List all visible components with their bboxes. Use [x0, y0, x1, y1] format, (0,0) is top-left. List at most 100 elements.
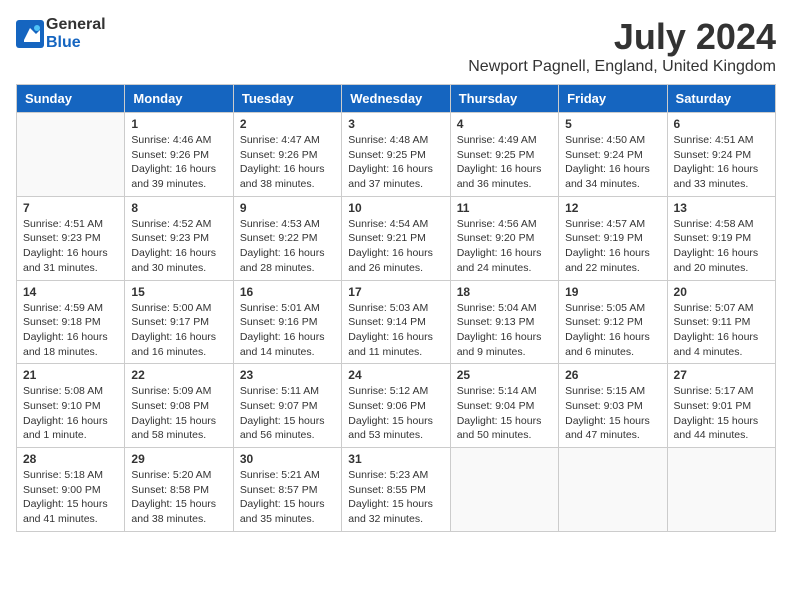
day-info: Sunrise: 5:12 AM Sunset: 9:06 PM Dayligh… [348, 384, 443, 443]
day-info: Sunrise: 4:48 AM Sunset: 9:25 PM Dayligh… [348, 133, 443, 192]
calendar: Sunday Monday Tuesday Wednesday Thursday… [16, 84, 776, 532]
day-info: Sunrise: 5:23 AM Sunset: 8:55 PM Dayligh… [348, 468, 443, 527]
day-info: Sunrise: 4:52 AM Sunset: 9:23 PM Dayligh… [131, 217, 226, 276]
calendar-day-cell: 8 Sunrise: 4:52 AM Sunset: 9:23 PM Daylig… [125, 196, 233, 280]
logo-general: General [46, 16, 106, 33]
day-number: 21 [23, 368, 118, 382]
calendar-day-cell: 22 Sunrise: 5:09 AM Sunset: 9:08 PM Dayli… [125, 364, 233, 448]
day-info: Sunrise: 5:01 AM Sunset: 9:16 PM Dayligh… [240, 301, 335, 360]
calendar-day-cell: 26 Sunrise: 5:15 AM Sunset: 9:03 PM Dayli… [559, 364, 667, 448]
day-info: Sunrise: 4:56 AM Sunset: 9:20 PM Dayligh… [457, 217, 552, 276]
col-wednesday: Wednesday [342, 85, 450, 113]
title-area: July 2024 Newport Pagnell, England, Unit… [468, 16, 776, 76]
calendar-day-cell [559, 448, 667, 532]
day-number: 11 [457, 201, 552, 215]
col-sunday: Sunday [17, 85, 125, 113]
day-number: 8 [131, 201, 226, 215]
col-thursday: Thursday [450, 85, 558, 113]
calendar-day-cell: 28Sunrise: 5:18 AM Sunset: 9:00 PM Dayli… [17, 448, 125, 532]
day-info: Sunrise: 4:51 AM Sunset: 9:24 PM Dayligh… [674, 133, 769, 192]
calendar-day-cell: 29 Sunrise: 5:20 AM Sunset: 8:58 PM Dayli… [125, 448, 233, 532]
calendar-day-cell: 13 Sunrise: 4:58 AM Sunset: 9:19 PM Dayli… [667, 196, 775, 280]
day-info: Sunrise: 4:47 AM Sunset: 9:26 PM Dayligh… [240, 133, 335, 192]
day-number: 15 [131, 285, 226, 299]
calendar-day-cell: 4Sunrise: 4:49 AM Sunset: 9:25 PM Daylig… [450, 113, 558, 197]
day-info: Sunrise: 4:46 AM Sunset: 9:26 PM Dayligh… [131, 133, 226, 192]
calendar-week-row: 14Sunrise: 4:59 AM Sunset: 9:18 PM Dayli… [17, 280, 776, 364]
day-info: Sunrise: 5:04 AM Sunset: 9:13 PM Dayligh… [457, 301, 552, 360]
day-info: Sunrise: 5:14 AM Sunset: 9:04 PM Dayligh… [457, 384, 552, 443]
day-number: 1 [131, 117, 226, 131]
calendar-day-cell: 2Sunrise: 4:47 AM Sunset: 9:26 PM Daylig… [233, 113, 341, 197]
main-title: July 2024 [468, 16, 776, 58]
day-info: Sunrise: 5:11 AM Sunset: 9:07 PM Dayligh… [240, 384, 335, 443]
day-number: 6 [674, 117, 769, 131]
day-info: Sunrise: 4:54 AM Sunset: 9:21 PM Dayligh… [348, 217, 443, 276]
day-number: 24 [348, 368, 443, 382]
col-saturday: Saturday [667, 85, 775, 113]
calendar-day-cell: 15 Sunrise: 5:00 AM Sunset: 9:17 PM Dayli… [125, 280, 233, 364]
day-number: 3 [348, 117, 443, 131]
calendar-day-cell: 5 Sunrise: 4:50 AM Sunset: 9:24 PM Daylig… [559, 113, 667, 197]
calendar-day-cell: 14Sunrise: 4:59 AM Sunset: 9:18 PM Dayli… [17, 280, 125, 364]
day-info: Sunrise: 5:17 AM Sunset: 9:01 PM Dayligh… [674, 384, 769, 443]
day-number: 13 [674, 201, 769, 215]
day-info: Sunrise: 4:50 AM Sunset: 9:24 PM Dayligh… [565, 133, 660, 192]
day-info: Sunrise: 5:21 AM Sunset: 8:57 PM Dayligh… [240, 468, 335, 527]
day-info: Sunrise: 5:07 AM Sunset: 9:11 PM Dayligh… [674, 301, 769, 360]
day-number: 30 [240, 452, 335, 466]
day-info: Sunrise: 5:18 AM Sunset: 9:00 PM Dayligh… [23, 468, 118, 527]
header: General Blue July 2024 Newport Pagnell, … [16, 16, 776, 76]
subtitle: Newport Pagnell, England, United Kingdom [468, 58, 776, 76]
calendar-day-cell: 21Sunrise: 5:08 AM Sunset: 9:10 PM Dayli… [17, 364, 125, 448]
col-monday: Monday [125, 85, 233, 113]
day-info: Sunrise: 4:51 AM Sunset: 9:23 PM Dayligh… [23, 217, 118, 276]
day-number: 17 [348, 285, 443, 299]
day-info: Sunrise: 5:00 AM Sunset: 9:17 PM Dayligh… [131, 301, 226, 360]
day-number: 31 [348, 452, 443, 466]
calendar-day-cell: 24 Sunrise: 5:12 AM Sunset: 9:06 PM Dayli… [342, 364, 450, 448]
calendar-day-cell: 6 Sunrise: 4:51 AM Sunset: 9:24 PM Daylig… [667, 113, 775, 197]
calendar-week-row: 1 Sunrise: 4:46 AM Sunset: 9:26 PM Daylig… [17, 113, 776, 197]
logo: General Blue [16, 16, 106, 52]
calendar-day-cell [667, 448, 775, 532]
calendar-day-cell: 16Sunrise: 5:01 AM Sunset: 9:16 PM Dayli… [233, 280, 341, 364]
calendar-day-cell [17, 113, 125, 197]
calendar-week-row: 28Sunrise: 5:18 AM Sunset: 9:00 PM Dayli… [17, 448, 776, 532]
col-tuesday: Tuesday [233, 85, 341, 113]
calendar-day-cell: 7Sunrise: 4:51 AM Sunset: 9:23 PM Daylig… [17, 196, 125, 280]
calendar-day-cell: 27Sunrise: 5:17 AM Sunset: 9:01 PM Dayli… [667, 364, 775, 448]
calendar-week-row: 21Sunrise: 5:08 AM Sunset: 9:10 PM Dayli… [17, 364, 776, 448]
day-number: 9 [240, 201, 335, 215]
calendar-day-cell: 18 Sunrise: 5:04 AM Sunset: 9:13 PM Dayli… [450, 280, 558, 364]
col-friday: Friday [559, 85, 667, 113]
calendar-day-cell [450, 448, 558, 532]
day-info: Sunrise: 5:03 AM Sunset: 9:14 PM Dayligh… [348, 301, 443, 360]
calendar-day-cell: 11 Sunrise: 4:56 AM Sunset: 9:20 PM Dayli… [450, 196, 558, 280]
day-number: 26 [565, 368, 660, 382]
day-info: Sunrise: 5:05 AM Sunset: 9:12 PM Dayligh… [565, 301, 660, 360]
day-number: 18 [457, 285, 552, 299]
logo-icon [16, 20, 44, 48]
day-number: 22 [131, 368, 226, 382]
day-number: 5 [565, 117, 660, 131]
calendar-day-cell: 20Sunrise: 5:07 AM Sunset: 9:11 PM Dayli… [667, 280, 775, 364]
calendar-day-cell: 31 Sunrise: 5:23 AM Sunset: 8:55 PM Dayli… [342, 448, 450, 532]
calendar-day-cell: 9 Sunrise: 4:53 AM Sunset: 9:22 PM Daylig… [233, 196, 341, 280]
calendar-day-cell: 10 Sunrise: 4:54 AM Sunset: 9:21 PM Dayli… [342, 196, 450, 280]
calendar-day-cell: 17 Sunrise: 5:03 AM Sunset: 9:14 PM Dayli… [342, 280, 450, 364]
day-info: Sunrise: 4:53 AM Sunset: 9:22 PM Dayligh… [240, 217, 335, 276]
day-number: 12 [565, 201, 660, 215]
calendar-day-cell: 12Sunrise: 4:57 AM Sunset: 9:19 PM Dayli… [559, 196, 667, 280]
day-info: Sunrise: 5:15 AM Sunset: 9:03 PM Dayligh… [565, 384, 660, 443]
day-info: Sunrise: 5:09 AM Sunset: 9:08 PM Dayligh… [131, 384, 226, 443]
day-number: 4 [457, 117, 552, 131]
day-number: 10 [348, 201, 443, 215]
calendar-day-cell: 23Sunrise: 5:11 AM Sunset: 9:07 PM Dayli… [233, 364, 341, 448]
day-number: 29 [131, 452, 226, 466]
day-info: Sunrise: 5:20 AM Sunset: 8:58 PM Dayligh… [131, 468, 226, 527]
logo-blue: Blue [46, 34, 81, 51]
calendar-day-cell: 1 Sunrise: 4:46 AM Sunset: 9:26 PM Daylig… [125, 113, 233, 197]
calendar-week-row: 7Sunrise: 4:51 AM Sunset: 9:23 PM Daylig… [17, 196, 776, 280]
day-info: Sunrise: 4:58 AM Sunset: 9:19 PM Dayligh… [674, 217, 769, 276]
